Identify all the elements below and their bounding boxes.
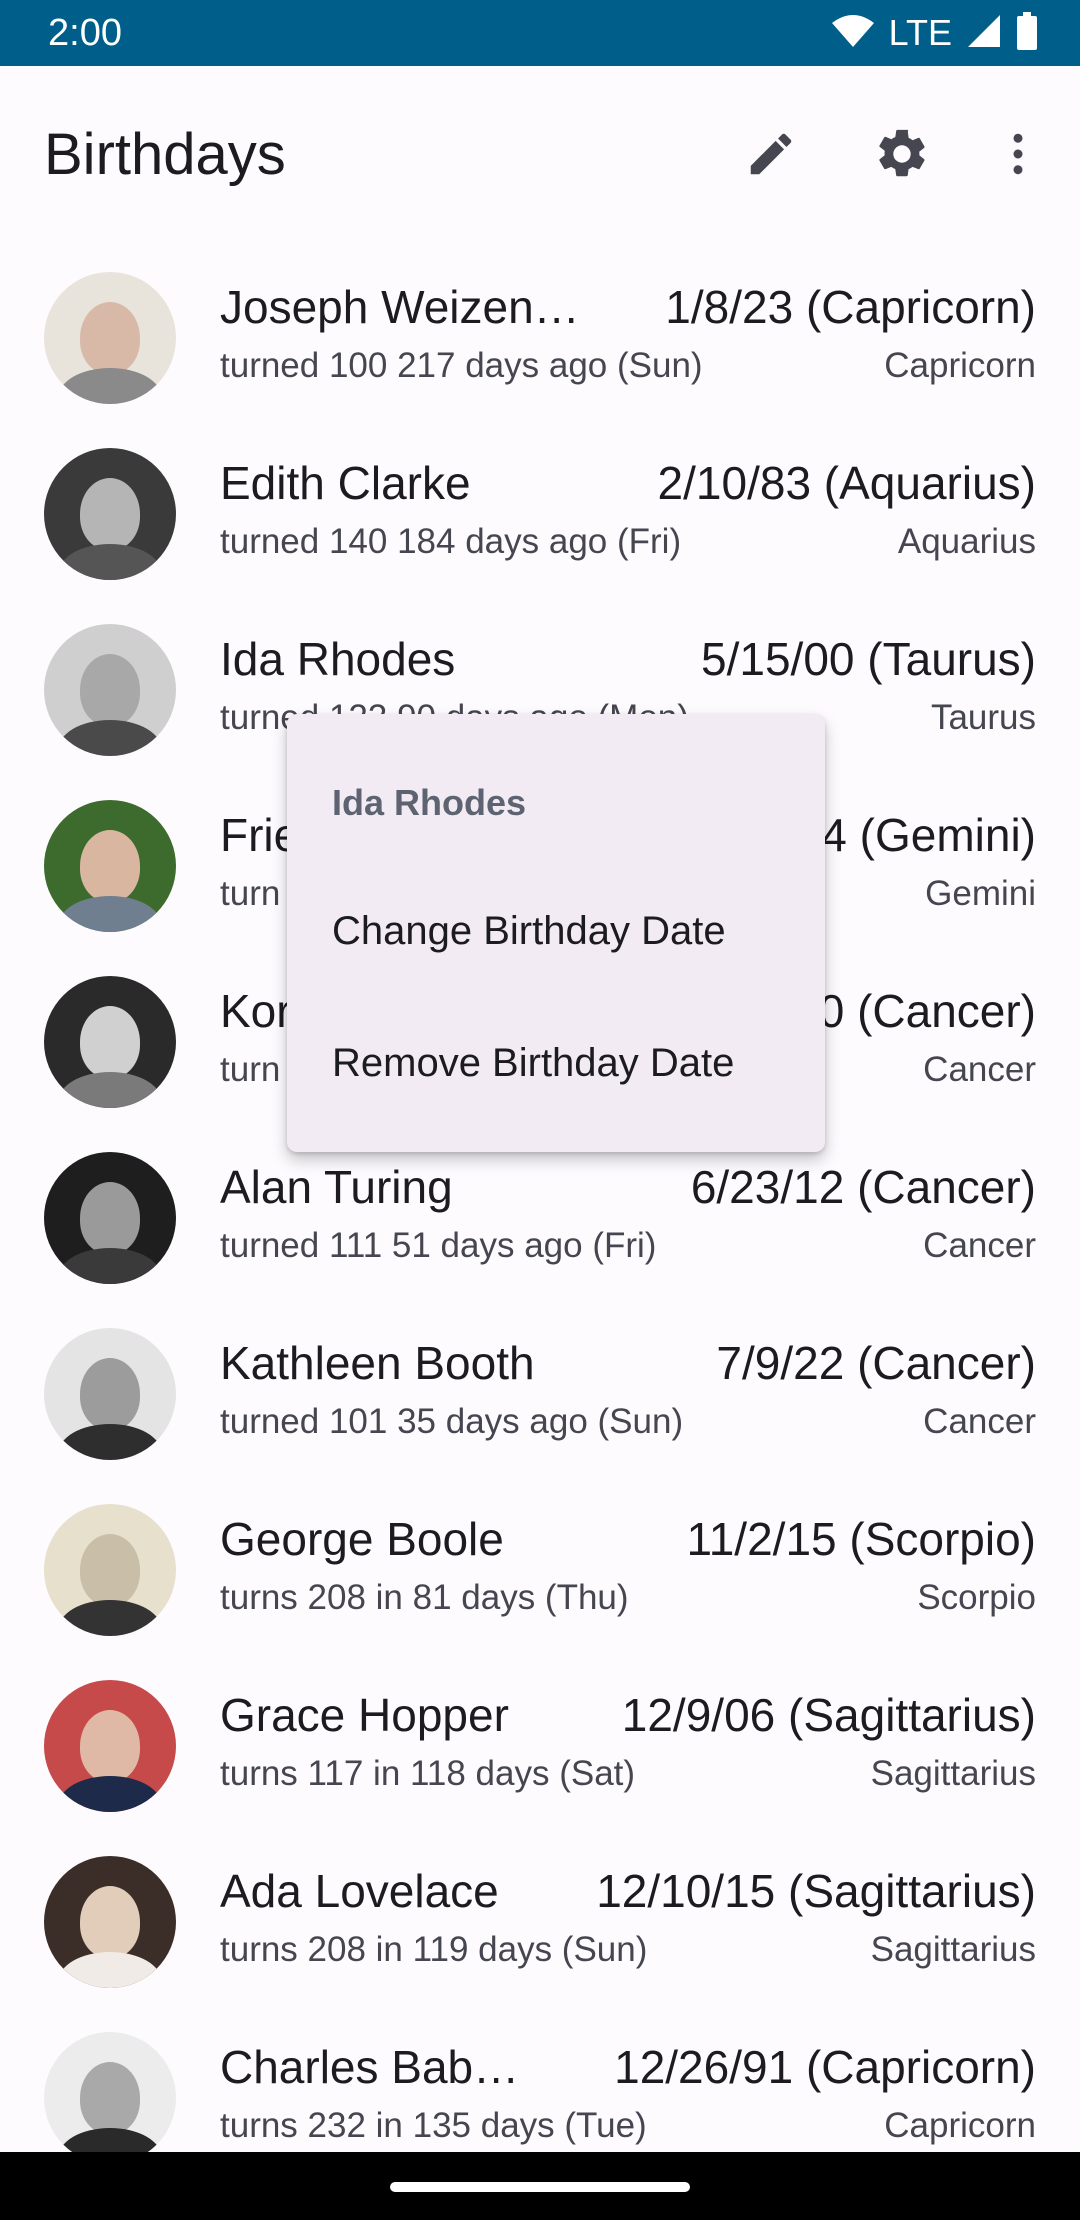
age-info: turns 117 in 118 days (Sat) bbox=[220, 1754, 636, 1793]
change-birthday-date-item[interactable]: Change Birthday Date bbox=[287, 869, 825, 999]
navigation-bar bbox=[0, 2152, 1080, 2220]
remove-birthday-date-item[interactable]: Remove Birthday Date bbox=[287, 1001, 825, 1131]
person-name: Joseph Weizen… bbox=[220, 281, 580, 333]
birth-date: 7/9/22 (Cancer) bbox=[716, 1337, 1036, 1389]
person-name: Grace Hopper bbox=[220, 1689, 509, 1741]
age-info: turns 208 in 119 days (Sun) bbox=[220, 1930, 648, 1969]
birth-date: 2/10/83 (Aquarius) bbox=[657, 457, 1036, 509]
age-info: turned 100 217 days ago (Sun) bbox=[220, 346, 703, 385]
avatar bbox=[44, 1328, 176, 1460]
person-name: Charles Bab… bbox=[220, 2041, 520, 2093]
zodiac-sign: Capricorn bbox=[884, 2106, 1036, 2145]
page-title: Birthdays bbox=[44, 122, 286, 187]
person-name: Ida Rhodes bbox=[220, 633, 456, 685]
zodiac-sign: Gemini bbox=[925, 874, 1036, 913]
birth-date: 5/15/00 (Taurus) bbox=[701, 633, 1036, 685]
edit-icon bbox=[744, 127, 798, 186]
person-name: Edith Clarke bbox=[220, 457, 471, 509]
zodiac-sign: Taurus bbox=[930, 698, 1036, 737]
zodiac-sign: Cancer bbox=[923, 1226, 1036, 1265]
more-options-button[interactable] bbox=[978, 116, 1058, 196]
age-info: turn bbox=[220, 1050, 281, 1089]
age-info: turned 140 184 days ago (Fri) bbox=[220, 522, 682, 561]
person-name: Kathleen Booth bbox=[220, 1337, 535, 1389]
wifi-icon bbox=[831, 13, 875, 54]
person-name: George Boole bbox=[220, 1513, 504, 1565]
birth-date: 12/26/91 (Capricorn) bbox=[614, 2041, 1036, 2093]
edit-button[interactable] bbox=[731, 116, 811, 196]
list-item[interactable]: Alan Turing 6/23/12 (Cancer) turned 111 … bbox=[0, 1126, 1080, 1302]
signal-icon bbox=[966, 13, 1002, 54]
zodiac-sign: Capricorn bbox=[884, 346, 1036, 385]
age-info: turned 101 35 days ago (Sun) bbox=[220, 1402, 684, 1441]
age-info: turn bbox=[220, 874, 281, 913]
avatar bbox=[44, 448, 176, 580]
status-time: 2:00 bbox=[48, 12, 122, 54]
menu-item-label: Remove Birthday Date bbox=[332, 1041, 735, 1085]
network-type: LTE bbox=[888, 12, 952, 53]
birth-date: 4 (Gemini) bbox=[821, 809, 1036, 861]
app-bar: Birthdays bbox=[0, 66, 1080, 246]
status-bar: 2:00 LTE bbox=[0, 0, 1080, 66]
birth-date: 12/10/15 (Sagittarius) bbox=[596, 1865, 1036, 1917]
person-name: Alan Turing bbox=[220, 1161, 453, 1213]
avatar bbox=[44, 272, 176, 404]
avatar bbox=[44, 1152, 176, 1284]
avatar bbox=[44, 976, 176, 1108]
zodiac-sign: Cancer bbox=[923, 1402, 1036, 1441]
settings-icon bbox=[873, 125, 931, 188]
avatar bbox=[44, 800, 176, 932]
avatar bbox=[44, 2032, 176, 2164]
avatar bbox=[44, 1680, 176, 1812]
person-name: Ada Lovelace bbox=[220, 1865, 499, 1917]
zodiac-sign: Aquarius bbox=[897, 522, 1036, 561]
avatar bbox=[44, 1504, 176, 1636]
birth-date: 6/23/12 (Cancer) bbox=[690, 1161, 1036, 1213]
context-menu-title: Ida Rhodes bbox=[332, 782, 527, 823]
birth-date: 0 (Cancer) bbox=[818, 985, 1036, 1037]
settings-button[interactable] bbox=[862, 116, 942, 196]
list-item[interactable]: Grace Hopper 12/9/06 (Sagittarius) turns… bbox=[0, 1654, 1080, 1830]
birthday-list[interactable]: Joseph Weizen… 1/8/23 (Capricorn) turned… bbox=[0, 246, 1080, 2182]
avatar bbox=[44, 1856, 176, 1988]
age-info: turned 111 51 days ago (Fri) bbox=[220, 1226, 657, 1265]
birth-date: 1/8/23 (Capricorn) bbox=[665, 281, 1036, 333]
list-item[interactable]: Joseph Weizen… 1/8/23 (Capricorn) turned… bbox=[0, 246, 1080, 422]
list-item[interactable]: George Boole 11/2/15 (Scorpio) turns 208… bbox=[0, 1478, 1080, 1654]
age-info: turns 208 in 81 days (Thu) bbox=[220, 1578, 629, 1617]
zodiac-sign: Sagittarius bbox=[870, 1930, 1036, 1969]
list-item[interactable]: Edith Clarke 2/10/83 (Aquarius) turned 1… bbox=[0, 422, 1080, 598]
list-item[interactable]: Ada Lovelace 12/10/15 (Sagittarius) turn… bbox=[0, 1830, 1080, 2006]
zodiac-sign: Cancer bbox=[923, 1050, 1036, 1089]
person-name: Kor bbox=[220, 985, 292, 1037]
birth-date: 11/2/15 (Scorpio) bbox=[686, 1513, 1036, 1565]
zodiac-sign: Scorpio bbox=[917, 1578, 1036, 1617]
age-info: turns 232 in 135 days (Tue) bbox=[220, 2106, 647, 2145]
birth-date: 12/9/06 (Sagittarius) bbox=[621, 1689, 1036, 1741]
context-menu: Ida Rhodes Change Birthday Date Remove B… bbox=[287, 714, 825, 1152]
status-icons: LTE bbox=[831, 10, 1038, 56]
battery-icon bbox=[1016, 11, 1038, 55]
more-vert-icon bbox=[991, 127, 1045, 186]
avatar bbox=[44, 624, 176, 756]
menu-item-label: Change Birthday Date bbox=[332, 909, 726, 953]
zodiac-sign: Sagittarius bbox=[870, 1754, 1036, 1793]
list-item[interactable]: Kathleen Booth 7/9/22 (Cancer) turned 10… bbox=[0, 1302, 1080, 1478]
home-gesture-handle[interactable] bbox=[390, 2182, 690, 2192]
